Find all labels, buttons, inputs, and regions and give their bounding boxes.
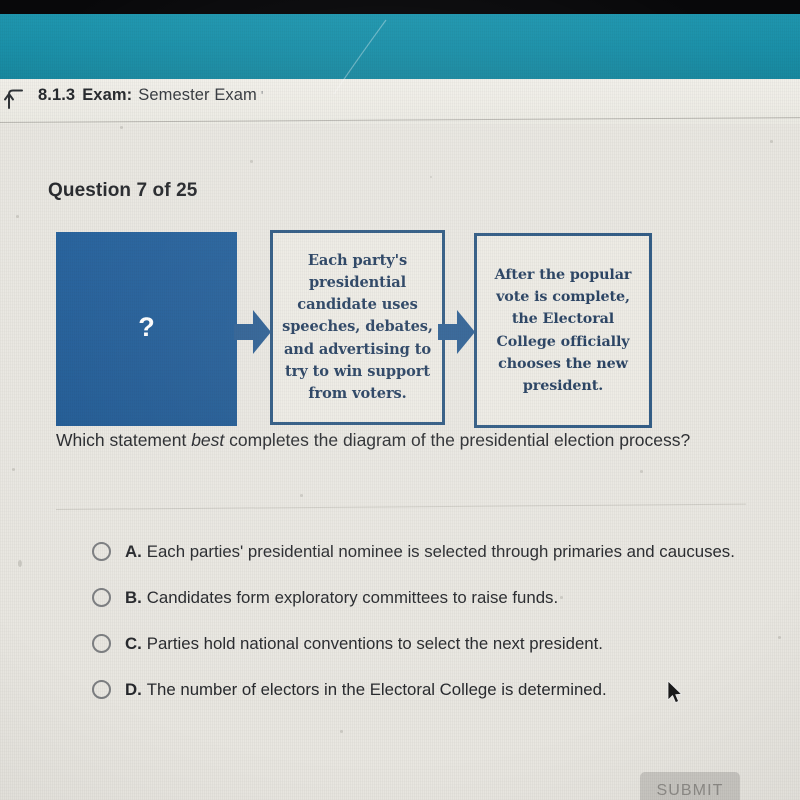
dust-speck	[770, 140, 773, 143]
mouse-cursor-icon	[667, 680, 682, 703]
radio-button-a[interactable]	[92, 542, 111, 561]
answer-option-c-body: C. Parties hold national conventions to s…	[125, 632, 603, 656]
dust-speck	[300, 494, 303, 497]
dust-speck	[250, 160, 253, 163]
exam-screen: 8.1.3 Exam: Semester Exam ' Question 7 of 2…	[0, 0, 800, 800]
answers-divider	[55, 503, 746, 510]
dust-speck	[640, 470, 643, 473]
breadcrumb-trailing-mark: '	[260, 88, 264, 103]
app-header-bar	[0, 13, 800, 79]
prompt-emphasis: best	[191, 430, 225, 450]
page-title: Question 7 of 25	[48, 180, 198, 201]
answer-letter-c: C.	[125, 633, 142, 653]
radio-button-b[interactable]	[92, 587, 111, 607]
device-bezel-strip	[0, 0, 800, 14]
dust-speck	[430, 176, 432, 178]
answer-option-b[interactable]: B. Candidates form exploratory committees…	[92, 586, 752, 610]
submit-button[interactable]: SUBMIT	[640, 772, 740, 800]
answer-option-d-body: D. The number of electors in the Electora…	[125, 678, 607, 702]
diagram-step-2-campaign: Each party's presidential candidate uses…	[270, 230, 445, 425]
dust-speck	[16, 215, 19, 218]
diagram-step-3-text: After the popular vote is complete, the …	[494, 266, 632, 395]
answer-text-a: Each parties' presidential nominee is se…	[146, 542, 735, 561]
diagram-step-1-unknown: ?	[56, 232, 237, 426]
breadcrumb-exam-label: Exam:	[82, 86, 133, 104]
answer-option-c[interactable]: C. Parties hold national conventions to s…	[92, 632, 752, 656]
right-arrow-icon	[234, 310, 271, 354]
back-arrow-icon[interactable]	[2, 87, 28, 111]
dust-speck	[18, 560, 22, 567]
prompt-part-2: completes the diagram of the presidentia…	[224, 430, 691, 450]
answer-letter-d: D.	[125, 679, 142, 699]
dust-speck	[560, 596, 563, 599]
prompt-part-1: Which statement	[56, 430, 192, 450]
breadcrumb-lesson-code: 8.1.3	[38, 86, 76, 104]
answer-option-a-body: A. Each parties' presidential nominee is …	[125, 540, 735, 564]
question-mark-placeholder: ?	[138, 311, 155, 342]
answer-text-d: The number of electors in the Electoral …	[146, 679, 607, 699]
breadcrumb-exam-name: Semester Exam	[138, 86, 257, 104]
answer-text-c: Parties hold national conventions to sel…	[146, 633, 603, 653]
answer-text-b: Candidates form exploratory committees t…	[146, 587, 559, 607]
answer-option-d[interactable]: D. The number of electors in the Electora…	[92, 678, 752, 702]
answer-letter-a: A.	[125, 542, 142, 561]
breadcrumb[interactable]: 8.1.3 Exam: Semester Exam '	[38, 86, 264, 105]
radio-button-c[interactable]	[92, 633, 111, 653]
diagram-step-2-text: Each party's presidential candidate uses…	[282, 251, 433, 402]
dust-speck	[340, 730, 343, 733]
diagram-step-3-electoral-college: After the popular vote is complete, the …	[474, 233, 652, 428]
dust-speck	[778, 636, 781, 639]
dust-speck	[120, 126, 123, 129]
answer-option-a[interactable]: A. Each parties' presidential nominee is …	[92, 540, 752, 564]
answer-options-list: A. Each parties' presidential nominee is …	[92, 540, 752, 723]
answer-option-b-body: B. Candidates form exploratory committees…	[125, 586, 558, 610]
right-arrow-icon	[438, 310, 475, 354]
answer-letter-b: B.	[125, 587, 142, 607]
election-process-diagram: ? Each party's presidential candidate us…	[56, 230, 656, 428]
dust-speck	[12, 468, 15, 471]
radio-button-d[interactable]	[92, 679, 111, 699]
question-prompt: Which statement best completes the diagr…	[56, 428, 716, 454]
